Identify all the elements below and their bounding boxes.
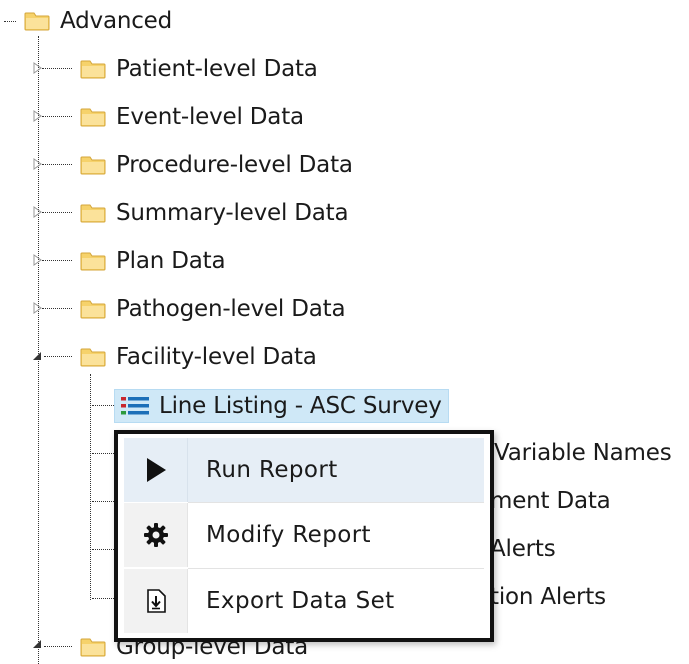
tree-node-label: Alerts [490,536,556,562]
tree-node-label: tion Alerts [490,584,606,610]
tree-connector [42,116,72,117]
tree-node-label: Advanced [60,8,173,34]
line-listing-icon [121,397,149,415]
export-data-set-menu-item[interactable]: Export Data Set [124,569,484,633]
tree-connector [42,260,72,261]
tree-node-label: Event-level Data [116,104,304,130]
tree-node-tion-alerts[interactable]: tion Alerts [490,580,606,614]
folder-icon [80,60,106,79]
tree-node-label: Pathogen-level Data [116,296,346,322]
tree-node-label: Variable Names [494,440,672,466]
folder-icon [80,638,106,657]
tree-connector [44,646,72,647]
folder-icon [80,108,106,127]
menu-icon-cell [124,438,188,502]
tree-node-patient-level[interactable]: Patient-level Data [80,52,318,86]
tree-connector [92,598,114,599]
tree-connector [92,501,114,502]
collapse-arrow-icon[interactable] [31,638,41,650]
context-menu: Run Report Modify Report Export Data Set [114,430,494,642]
tree-node-label: Patient-level Data [116,56,318,82]
folder-icon [80,204,106,223]
play-icon [146,458,166,482]
gear-icon [143,523,168,547]
folder-icon [80,252,106,271]
tree-node-pathogen-level[interactable]: Pathogen-level Data [80,292,346,326]
menu-icon-cell [124,569,188,633]
tree-node-event-level[interactable]: Event-level Data [80,100,304,134]
folder-icon [80,348,106,367]
folder-icon [24,12,50,31]
collapse-arrow-icon[interactable] [31,350,41,362]
tree-node-line-listing-asc-survey[interactable]: Line Listing - ASC Survey [114,389,449,423]
tree-connector [42,68,72,69]
tree-node-label: Procedure-level Data [116,152,353,178]
menu-item-label: Modify Report [206,522,371,548]
tree-node-alerts[interactable]: Alerts [490,532,556,566]
tree-node-summary-level[interactable]: Summary-level Data [80,196,349,230]
menu-item-label: Export Data Set [206,588,395,614]
tree-connector [92,549,114,550]
tree-node-procedure-level[interactable]: Procedure-level Data [80,148,353,182]
tree-connector [42,308,72,309]
tree-node-label: ment Data [490,488,611,514]
tree-node-advanced[interactable]: Advanced [24,4,172,38]
tree-node-label: Plan Data [116,248,226,274]
tree-node-label: Line Listing - ASC Survey [159,393,442,419]
tree-node-ment-data[interactable]: ment Data [490,484,611,518]
menu-item-label: Run Report [206,457,338,483]
tree-node-label: Facility-level Data [116,344,317,370]
tree-node-variable-names[interactable]: Variable Names [494,436,672,470]
modify-report-menu-item[interactable]: Modify Report [124,503,484,567]
run-report-menu-item[interactable]: Run Report [124,438,484,502]
tree-connector [92,405,114,406]
tree-connector [42,212,72,213]
folder-icon [80,300,106,319]
export-icon [146,589,166,613]
tree-connector [44,356,72,357]
folder-icon [80,156,106,175]
tree-connector [42,164,72,165]
tree-connector [4,21,16,22]
menu-icon-cell [124,503,188,567]
tree-node-label: Summary-level Data [116,200,349,226]
tree-connector [90,374,91,600]
tree-node-facility-level[interactable]: Facility-level Data [80,340,317,374]
tree-node-plan-data[interactable]: Plan Data [80,244,226,278]
tree-connector [92,453,114,454]
